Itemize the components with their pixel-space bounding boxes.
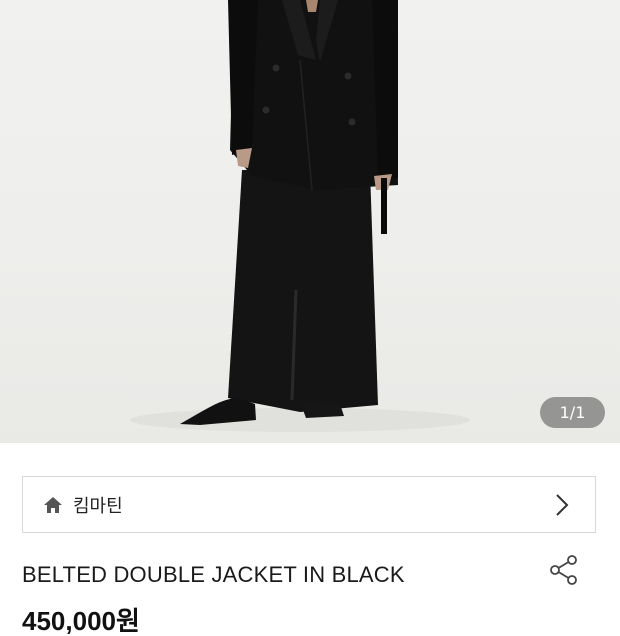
brand-name: 킴마틴 xyxy=(73,495,123,517)
home-icon xyxy=(43,495,63,515)
share-icon[interactable] xyxy=(548,554,580,586)
product-image-area[interactable]: 1/1 xyxy=(0,0,620,443)
chevron-right-icon xyxy=(555,493,569,517)
product-title: BELTED DOUBLE JACKET IN BLACK xyxy=(22,562,405,587)
brand-link-row[interactable]: 킴마틴 xyxy=(22,476,596,533)
image-counter-badge: 1/1 xyxy=(540,397,605,428)
product-photo xyxy=(130,0,470,432)
product-price: 450,000원 xyxy=(22,606,140,636)
